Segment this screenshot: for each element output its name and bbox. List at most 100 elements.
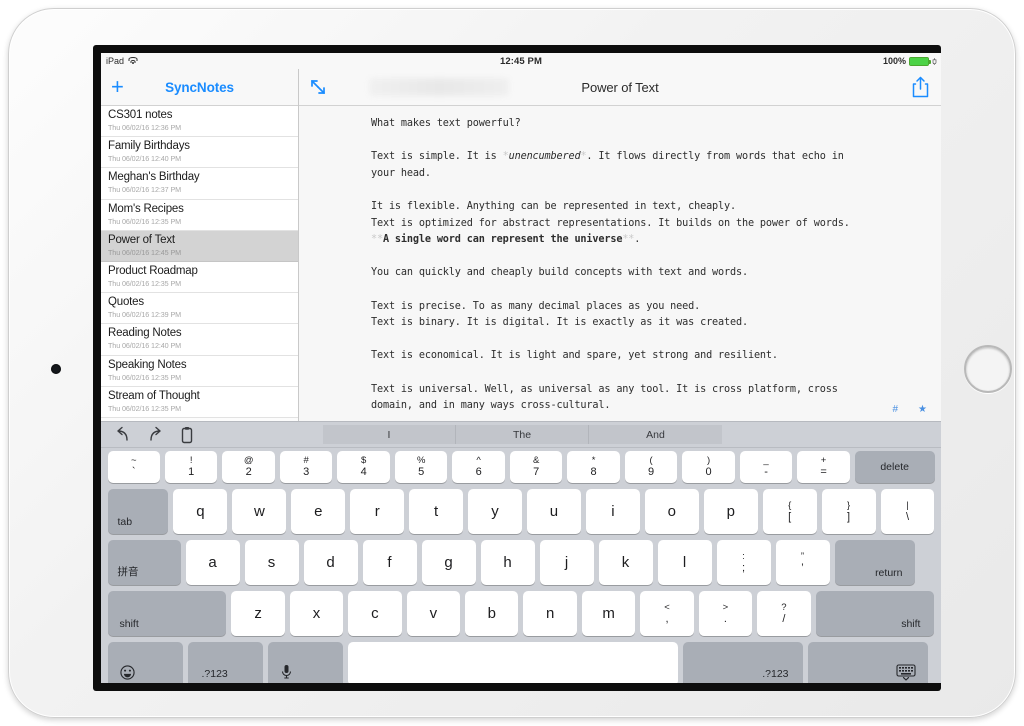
key-punct-z-2[interactable]: ? / [757,591,811,636]
key-base-label: 2 [245,466,252,478]
key-7[interactable]: & 7 [509,451,563,483]
status-bar-clock: 12:45 PM [500,55,542,67]
note-list-item[interactable]: Product Roadmap Thu 06/02/16 12:35 PM [101,261,298,294]
key--[interactable]: _ - [739,451,793,483]
suggestion-1[interactable]: I [323,425,456,444]
paste-clipboard-icon[interactable] [177,426,197,444]
key-5[interactable]: % 5 [394,451,448,483]
key-punct-1[interactable]: ”’ [775,540,830,585]
key-punct-z-1[interactable]: >. [698,591,753,636]
key-o[interactable]: o [644,489,699,534]
key-base-label: 7 [533,466,540,478]
add-note-button[interactable]: + [111,76,124,98]
key-z[interactable]: z [231,591,285,636]
key-space[interactable] [347,642,678,683]
note-text-content[interactable]: What makes text powerful? Text is simple… [299,106,941,421]
expand-arrows-icon[interactable] [308,77,328,97]
undo-arrow-icon[interactable] [113,426,133,444]
key-t[interactable]: t [409,489,464,534]
key-shift-right[interactable]: shift [815,591,935,636]
key-bracket-1[interactable]: }] [821,489,876,534]
suggestion-3[interactable]: And [589,425,722,444]
key-numeric-left[interactable]: .?123 [187,642,263,683]
key-base-label: 9 [648,466,655,478]
key-e[interactable]: e [291,489,346,534]
home-button[interactable] [964,345,1012,393]
key-bracket-2[interactable]: | \ [880,489,935,534]
note-list-item[interactable]: CS301 notes Thu 06/02/16 12:36 PM [101,106,298,138]
emoji-smiley-icon [119,665,135,680]
redacted-blur-region [369,78,509,96]
key-dismiss-keyboard[interactable] [807,642,928,683]
key-c[interactable]: c [348,591,402,636]
key-shift-label: & [532,455,540,466]
key-m[interactable]: m [581,591,636,636]
key-8[interactable]: * 8 [567,451,620,483]
key-tab[interactable]: tab [107,489,169,534]
key-9[interactable]: (9 [624,451,678,483]
note-item-date: Thu 06/02/16 12:45 PM [108,247,182,257]
key-b[interactable]: b [465,591,519,636]
note-list-item[interactable]: Meghan's Birthday Thu 06/02/16 12:37 PM [101,168,298,200]
key-base-label: 8 [590,466,597,478]
note-list-item[interactable]: Power of Text Thu 06/02/16 12:45 PM [101,230,298,262]
key-f[interactable]: f [362,540,417,585]
hash-tag-icon[interactable]: # [892,404,898,415]
key-numeric-right[interactable]: .?123 [682,642,803,683]
note-list[interactable]: CS301 notes Thu 06/02/16 12:36 PM Family B… [101,106,298,421]
key-l[interactable]: l [657,540,712,585]
key-shift-left[interactable]: shift [107,591,227,636]
key-j[interactable]: j [539,540,594,585]
key-4[interactable]: $4 [337,451,390,483]
key-3[interactable]: #3 [279,451,333,483]
key-return[interactable]: return [834,540,915,585]
key-q[interactable]: q [173,489,228,534]
key-i[interactable]: i [585,489,640,534]
note-list-item[interactable]: Stream of Thought Thu 06/02/16 12:35 PM [101,386,298,418]
key-r[interactable]: r [350,489,405,534]
key-p[interactable]: p [703,489,758,534]
key-punct-0[interactable]: :; [716,540,771,585]
key-bracket-0[interactable]: {[ [762,489,817,534]
note-list-item[interactable]: Speaking Notes Thu 06/02/16 12:35 PM [101,355,298,387]
key-base-label: \ [905,510,910,523]
note-text-line: Text is economical. It is light and spar… [371,350,778,362]
key-s[interactable]: s [244,540,299,585]
note-item-date: Thu 06/02/16 12:36 PM [108,123,182,132]
key-label: .?123 [762,668,789,680]
note-text-line: What makes text powerful? [371,118,521,129]
key-a[interactable]: a [185,540,240,585]
key-u[interactable]: u [527,489,581,534]
note-list-item[interactable]: Reading Notes Thu 06/02/16 12:40 PM [101,324,298,356]
key-label: b [487,605,496,622]
key-k[interactable]: k [598,540,653,585]
key-delete[interactable]: delete [854,451,935,483]
suggestion-2[interactable]: The [456,425,589,444]
key-d[interactable]: d [303,540,358,585]
key-0[interactable]: ) 0 [682,451,735,483]
key-y[interactable]: y [468,489,523,534]
key-1[interactable]: ! 1 [164,451,218,483]
key-g[interactable]: g [421,540,476,585]
key-x[interactable]: x [289,591,344,636]
key-h[interactable]: h [480,540,535,585]
key-dictation[interactable] [267,642,343,683]
key-=[interactable]: + = [797,451,850,483]
key-`[interactable]: ~ ` [107,451,160,483]
note-list-item[interactable]: Family Birthdays Thu 06/02/16 12:40 PM [101,137,298,169]
key-2[interactable]: @2 [222,451,275,483]
star-icon[interactable]: ★ [918,404,927,415]
keyboard-suggestion-bar: I The And [101,422,941,448]
key-label: w [253,503,265,520]
redo-arrow-icon[interactable] [145,426,165,444]
key-input-method-pinyin[interactable]: 拼音 [107,540,181,585]
key-6[interactable]: ^ 6 [452,451,505,483]
note-list-item[interactable]: Quotes Thu 06/02/16 12:39 PM [101,293,298,325]
note-list-item[interactable]: Mom's Recipes Thu 06/02/16 12:35 PM [101,199,298,231]
key-n[interactable]: n [523,591,577,636]
key-v[interactable]: v [406,591,461,636]
key-w[interactable]: w [232,489,287,534]
key-punct-z-0[interactable]: <, [640,591,694,636]
key-emoji[interactable] [107,642,183,683]
share-upload-icon[interactable] [912,76,929,98]
